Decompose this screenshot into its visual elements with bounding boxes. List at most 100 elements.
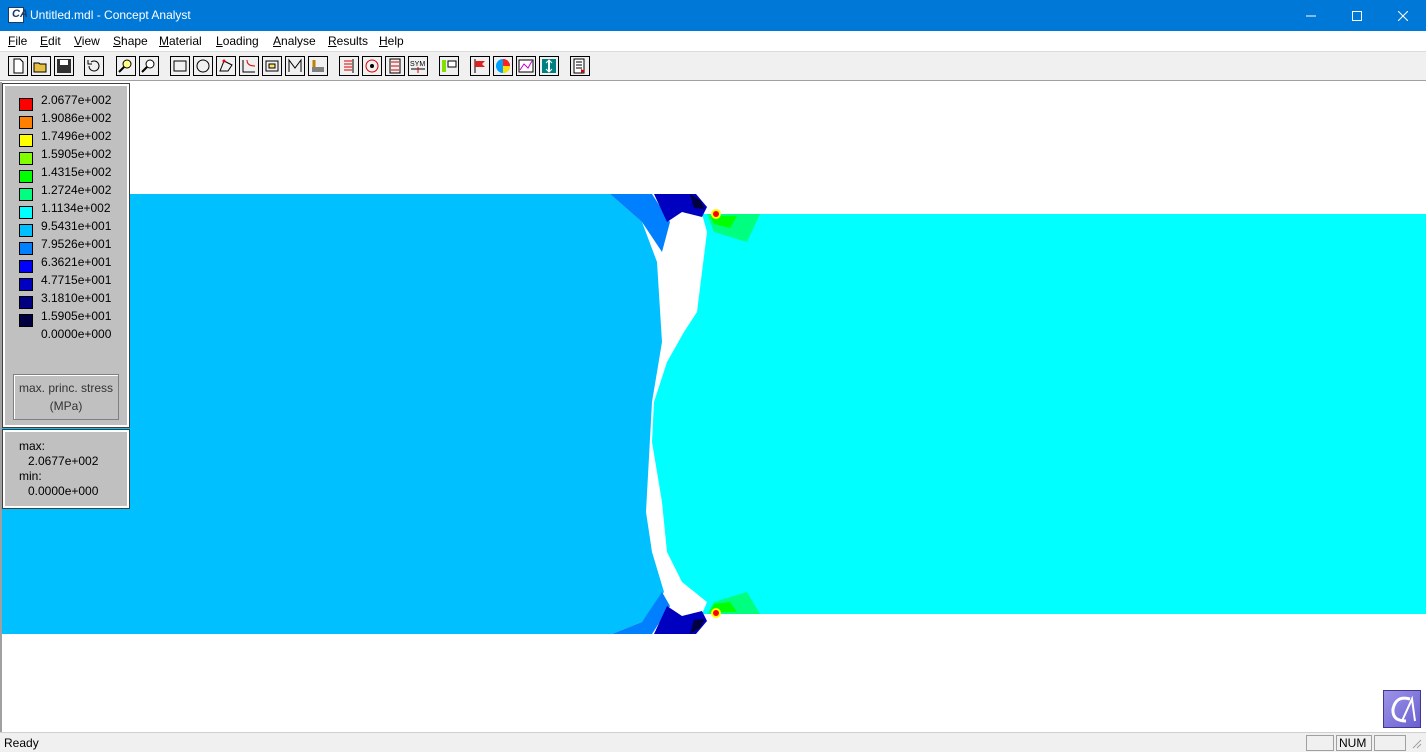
zoom-out-icon (141, 59, 155, 73)
legend-swatch (19, 152, 33, 165)
zoom-in-icon (118, 59, 132, 73)
probe-icon (542, 59, 556, 73)
new-icon (13, 58, 24, 74)
min-value: 0.0000e+000 (28, 484, 99, 498)
svg-text:SYM: SYM (410, 61, 425, 68)
region-icon (265, 60, 279, 72)
constraint-icon (365, 59, 379, 73)
fillet-button[interactable] (239, 56, 259, 76)
status-text: Ready (4, 736, 39, 750)
solve-icon (442, 60, 457, 72)
legend-swatch (19, 116, 33, 129)
legend-quantity-label: max. princ. stress (MPa) (13, 374, 119, 420)
open-button[interactable] (31, 56, 51, 76)
undo-button[interactable] (84, 56, 104, 76)
save-icon (57, 59, 71, 73)
legend-swatch (19, 278, 33, 291)
app-icon[interactable]: CA (8, 7, 28, 23)
peak-stress-point-lower (713, 610, 719, 616)
legend-swatch (19, 242, 33, 255)
rectangle-button[interactable] (170, 56, 190, 76)
legend-entry: 0.0000e+000 (41, 327, 112, 341)
menu-results[interactable]: Results (328, 34, 368, 48)
stress-contour-plot (2, 194, 1426, 634)
menu-help[interactable]: Help (379, 34, 404, 48)
status-cap-indicator (1306, 735, 1334, 751)
minimize-icon (1306, 15, 1316, 16)
status-scrl-indicator (1374, 735, 1406, 751)
status-num-indicator: NUM (1336, 735, 1372, 751)
zoom-in-button[interactable] (116, 56, 136, 76)
min-label: min: (19, 469, 42, 483)
legend-entry: 2.0677e+002 (5, 93, 127, 112)
legend-entry: 1.2724e+002 (5, 183, 127, 202)
menu-bar: File Edit View Shape Material Loading An… (0, 31, 1426, 51)
flag-button[interactable] (470, 56, 490, 76)
constraint-button[interactable] (362, 56, 382, 76)
menu-analyse[interactable]: Analyse (273, 34, 316, 48)
graph-icon (518, 59, 534, 73)
pressure-icon (389, 58, 401, 74)
circle-icon (196, 59, 210, 73)
contour-icon (496, 59, 510, 73)
legend-swatch (19, 170, 33, 183)
load-button[interactable] (339, 56, 359, 76)
model-canvas[interactable] (0, 82, 1426, 732)
report-button[interactable] (570, 56, 590, 76)
symmetry-button[interactable]: SYM (408, 56, 428, 76)
menu-view[interactable]: View (74, 34, 100, 48)
graph-button[interactable] (516, 56, 536, 76)
legend-entry: 7.9526e+001 (5, 237, 127, 256)
menu-file[interactable]: File (8, 34, 27, 48)
legend-entry: 1.7496e+002 (5, 129, 127, 148)
new-button[interactable] (8, 56, 28, 76)
legend-entry: 9.5431e+001 (5, 219, 127, 238)
resize-grip-icon[interactable] (1410, 737, 1422, 749)
region-button[interactable] (262, 56, 282, 76)
menu-loading[interactable]: Loading (216, 34, 259, 48)
report-icon (573, 58, 585, 74)
save-button[interactable] (54, 56, 74, 76)
legend-entry: 4.7715e+001 (5, 273, 127, 292)
menu-material[interactable]: Material (159, 34, 202, 48)
min-max-panel: max: 2.0677e+002 min: 0.0000e+000 (2, 429, 130, 509)
solve-button[interactable] (439, 56, 459, 76)
menu-edit[interactable]: Edit (40, 34, 61, 48)
status-bar: Ready NUM (0, 732, 1426, 752)
legend-swatch (19, 134, 33, 147)
material-icon (312, 60, 324, 72)
legend-swatch (19, 224, 33, 237)
contour-button[interactable] (493, 56, 513, 76)
maximize-button[interactable] (1334, 0, 1380, 31)
max-label: max: (19, 439, 46, 453)
legend-swatch (19, 206, 33, 219)
flag-icon (474, 59, 485, 73)
legend-swatch (19, 314, 33, 327)
title-bar: CA Untitled.mdl - Concept Analyst (0, 0, 1426, 31)
close-button[interactable] (1380, 0, 1426, 31)
circle-button[interactable] (193, 56, 213, 76)
legend-entry: 1.5905e+001 (5, 309, 127, 328)
polygon-icon (219, 59, 233, 72)
mesh-icon (288, 58, 302, 72)
legend-entry: 6.3621e+001 (5, 255, 127, 274)
legend-unit: (MPa) (49, 399, 83, 413)
menu-shape[interactable]: Shape (113, 34, 148, 48)
zoom-out-button[interactable] (139, 56, 159, 76)
max-value: 2.0677e+002 (28, 454, 99, 468)
open-icon (33, 62, 47, 73)
legend-swatch (19, 98, 33, 111)
legend-entry: 1.4315e+002 (5, 165, 127, 184)
legend-swatch (19, 260, 33, 273)
legend-swatch (19, 296, 33, 309)
probe-button[interactable] (539, 56, 559, 76)
mesh-button[interactable] (285, 56, 305, 76)
contour-legend: 2.0677e+002 1.9086e+002 1.7496e+002 1.59… (2, 83, 130, 428)
close-icon (1398, 10, 1408, 21)
pressure-button[interactable] (385, 56, 405, 76)
minimize-button[interactable] (1288, 0, 1334, 31)
undo-icon (87, 60, 100, 72)
material-button[interactable] (308, 56, 328, 76)
legend-swatch (19, 188, 33, 201)
polygon-button[interactable] (216, 56, 236, 76)
